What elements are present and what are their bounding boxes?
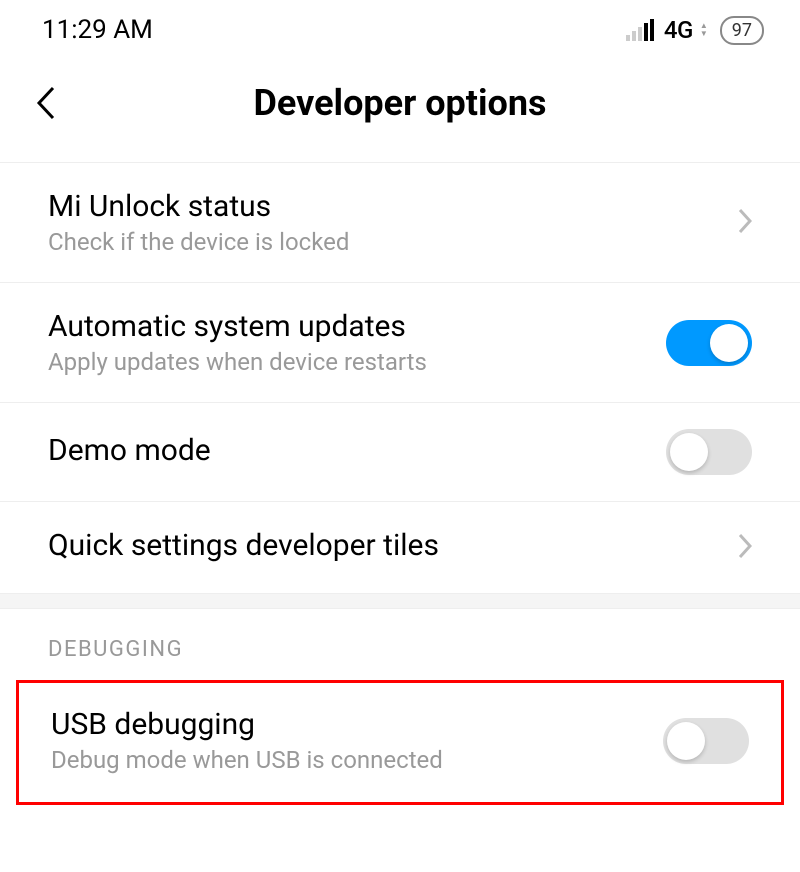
item-title: Mi Unlock status — [48, 189, 738, 224]
chevron-right-icon — [738, 533, 752, 563]
page-title: Developer options — [36, 82, 764, 124]
item-title: Quick settings developer tiles — [48, 528, 738, 563]
usb-debugging-item[interactable]: USB debugging Debug mode when USB is con… — [19, 683, 781, 802]
network-label: 4G — [664, 16, 693, 44]
item-subtitle: Debug mode when USB is connected — [51, 746, 663, 774]
item-title: USB debugging — [51, 707, 663, 742]
signal-icon — [626, 19, 654, 41]
status-bar: 11:29 AM 4G ▲▼ 97 — [0, 0, 800, 60]
network-arrows-icon: ▲▼ — [700, 22, 708, 38]
item-title: Automatic system updates — [48, 309, 666, 344]
status-time: 11:29 AM — [42, 15, 153, 45]
header: Developer options — [0, 60, 800, 162]
debugging-section-header: DEBUGGING — [0, 609, 800, 680]
highlight-box: USB debugging Debug mode when USB is con… — [16, 680, 784, 805]
item-subtitle: Check if the device is locked — [48, 228, 738, 256]
section-divider — [0, 593, 800, 609]
demo-mode-item[interactable]: Demo mode — [0, 403, 800, 502]
usb-debugging-toggle[interactable] — [663, 718, 749, 764]
quick-settings-developer-tiles-item[interactable]: Quick settings developer tiles — [0, 502, 800, 593]
automatic-system-updates-item[interactable]: Automatic system updates Apply updates w… — [0, 283, 800, 403]
status-right: 4G ▲▼ 97 — [626, 16, 764, 45]
chevron-right-icon — [738, 208, 752, 238]
demo-mode-toggle[interactable] — [666, 429, 752, 475]
mi-unlock-status-item[interactable]: Mi Unlock status Check if the device is … — [0, 163, 800, 283]
battery-icon: 97 — [720, 16, 764, 45]
automatic-system-updates-toggle[interactable] — [666, 320, 752, 366]
item-subtitle: Apply updates when device restarts — [48, 348, 666, 376]
item-title: Demo mode — [48, 433, 666, 468]
